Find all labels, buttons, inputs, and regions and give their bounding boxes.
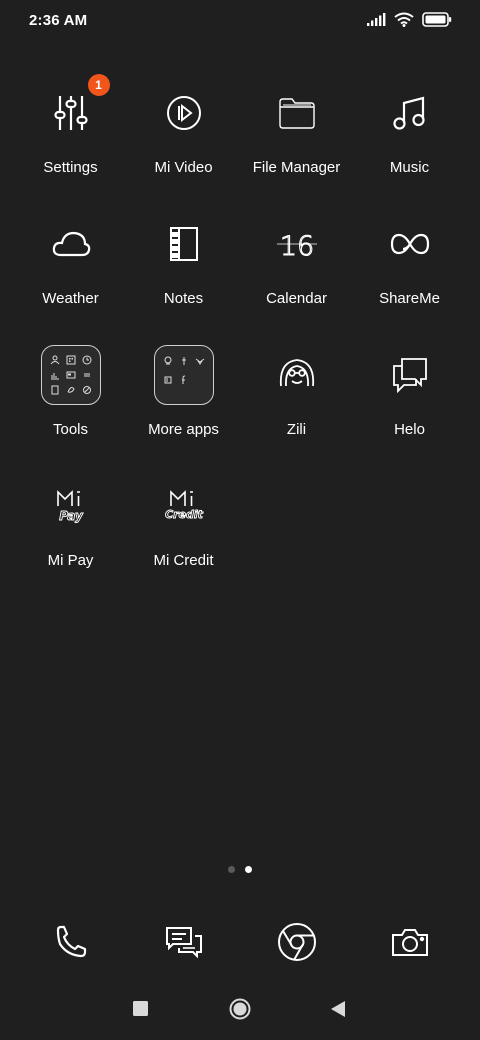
app-label: File Manager: [252, 159, 341, 176]
app-helo[interactable]: Helo: [353, 342, 466, 473]
navigation-bar: [0, 996, 480, 1026]
app-settings[interactable]: 1 Settings: [14, 74, 127, 211]
app-grid: 1 Settings Mi Video File Manager Music W…: [14, 74, 466, 604]
battery-icon: [422, 12, 452, 32]
status-bar: 2:36 AM: [0, 0, 480, 44]
community-icon: [195, 358, 204, 366]
mi-credit-logo-icon: Credit: [151, 473, 217, 539]
infinity-icon: [377, 211, 443, 277]
app-label: More apps: [148, 421, 219, 438]
tips-icon: [181, 357, 186, 366]
facebook-icon: [181, 375, 185, 384]
signal-icon: [367, 13, 386, 31]
notification-badge: 1: [87, 74, 110, 96]
app-weather[interactable]: Weather: [14, 211, 127, 342]
svg-text:Credit: Credit: [165, 508, 204, 521]
app-mi-credit[interactable]: Credit Mi Credit: [127, 473, 240, 604]
chart-icon: [50, 372, 59, 380]
app-label: Helo: [394, 421, 425, 438]
music-note-icon: [377, 80, 443, 146]
home-circle-icon: [229, 998, 251, 1025]
dock-camera[interactable]: [353, 916, 466, 972]
ebook-icon: [164, 376, 171, 384]
mi-store-icon: [164, 356, 171, 365]
folder-grid-icon: [151, 342, 217, 408]
app-file-manager[interactable]: File Manager: [240, 80, 353, 211]
recents-button[interactable]: [132, 996, 148, 1026]
back-triangle-icon: [331, 1000, 345, 1022]
remote-icon: [83, 373, 90, 377]
app-music[interactable]: Music: [353, 80, 466, 211]
calendar-16-icon: 16: [264, 211, 330, 277]
app-label: Zili: [286, 421, 307, 438]
app-label: Mi Pay: [47, 552, 94, 569]
folder-grid-icon: [38, 342, 104, 408]
back-button[interactable]: [330, 996, 346, 1026]
wifi-icon: [394, 12, 414, 32]
app-label: Settings: [43, 159, 98, 176]
app-label: Mi Credit: [153, 552, 214, 569]
dock-phone[interactable]: [14, 916, 127, 972]
app-label: Weather: [42, 290, 99, 307]
page-dot[interactable]: [228, 866, 235, 873]
calculator-icon: [66, 355, 75, 365]
recents-square-icon: [132, 1001, 148, 1021]
app-label: Mi Video: [154, 159, 213, 176]
app-notes[interactable]: Notes: [127, 211, 240, 342]
status-icons: [367, 12, 452, 32]
home-screen: 2:36 AM 1 Settings Mi Video File Manager…: [0, 0, 480, 1040]
card-icon: [66, 371, 75, 379]
home-button[interactable]: [228, 996, 252, 1026]
dock-messages[interactable]: [127, 916, 240, 972]
folder-more-apps[interactable]: More apps: [127, 342, 240, 473]
mi-pay-logo-icon: Pay: [38, 473, 104, 539]
app-zili[interactable]: Zili: [240, 342, 353, 473]
page-indicator: [0, 866, 480, 873]
clock-icon: [82, 355, 91, 365]
app-shareme[interactable]: ShareMe: [353, 211, 466, 342]
camera-icon: [391, 926, 429, 963]
app-mi-pay[interactable]: Pay Mi Pay: [14, 473, 127, 604]
tablet-icon: [51, 385, 58, 395]
folder-preview: [153, 345, 214, 405]
phone-icon: [53, 924, 89, 965]
cloud-icon: [38, 211, 104, 277]
messages-icon: [165, 926, 203, 963]
status-time: 2:36 AM: [29, 12, 88, 29]
page-dot-active[interactable]: [245, 866, 252, 873]
scanner-icon: [82, 386, 91, 395]
folder-tools[interactable]: Tools: [14, 342, 127, 473]
app-label: Notes: [163, 290, 204, 307]
sliders-icon: 1: [38, 74, 110, 146]
app-mi-video[interactable]: Mi Video: [127, 80, 240, 211]
app-label: ShareMe: [379, 290, 440, 307]
dock: [14, 916, 466, 972]
app-label: Music: [389, 159, 430, 176]
svg-text:16: 16: [279, 231, 313, 260]
app-label: Calendar: [266, 290, 327, 307]
person-icon: [50, 355, 59, 364]
chrome-browser-icon: [277, 922, 317, 967]
zili-face-icon: [264, 342, 330, 408]
svg-text:Pay: Pay: [59, 509, 84, 523]
chat-bubbles-icon: [377, 342, 443, 408]
play-circle-icon: [151, 80, 217, 146]
notebook-icon: [151, 211, 217, 277]
compass-icon: [67, 387, 75, 394]
folder-icon: [264, 80, 330, 146]
app-label: Tools: [52, 421, 89, 438]
folder-preview: [40, 345, 101, 405]
app-calendar[interactable]: 16 Calendar: [240, 211, 353, 342]
dock-browser[interactable]: [240, 916, 353, 972]
